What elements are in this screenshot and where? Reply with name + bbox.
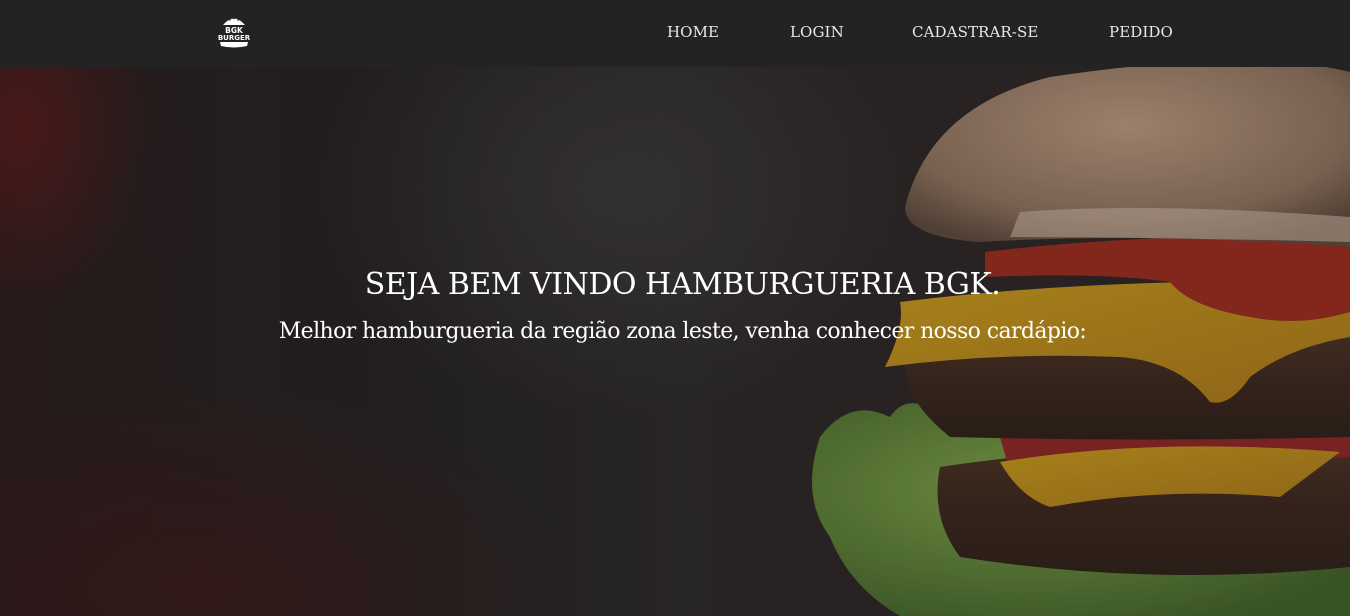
main-nav: HOME LOGIN CADASTRAR-SE PEDIDO — [0, 0, 1350, 67]
nav-order-link[interactable]: PEDIDO — [1109, 23, 1173, 41]
hero-title: SEJA BEM VINDO HAMBURGUERIA BGK. — [364, 267, 1001, 302]
hero-section: SEJA BEM VINDO HAMBURGUERIA BGK. Melhor … — [0, 67, 1350, 616]
navbar: BGK BURGER HOME LOGIN CADASTRAR-SE PEDID… — [0, 0, 1350, 67]
hero-subtitle: Melhor hamburgueria da região zona leste… — [278, 319, 1087, 344]
nav-home-link[interactable]: HOME — [667, 23, 719, 41]
nav-login-link[interactable]: LOGIN — [790, 23, 844, 41]
nav-register-link[interactable]: CADASTRAR-SE — [912, 23, 1038, 41]
